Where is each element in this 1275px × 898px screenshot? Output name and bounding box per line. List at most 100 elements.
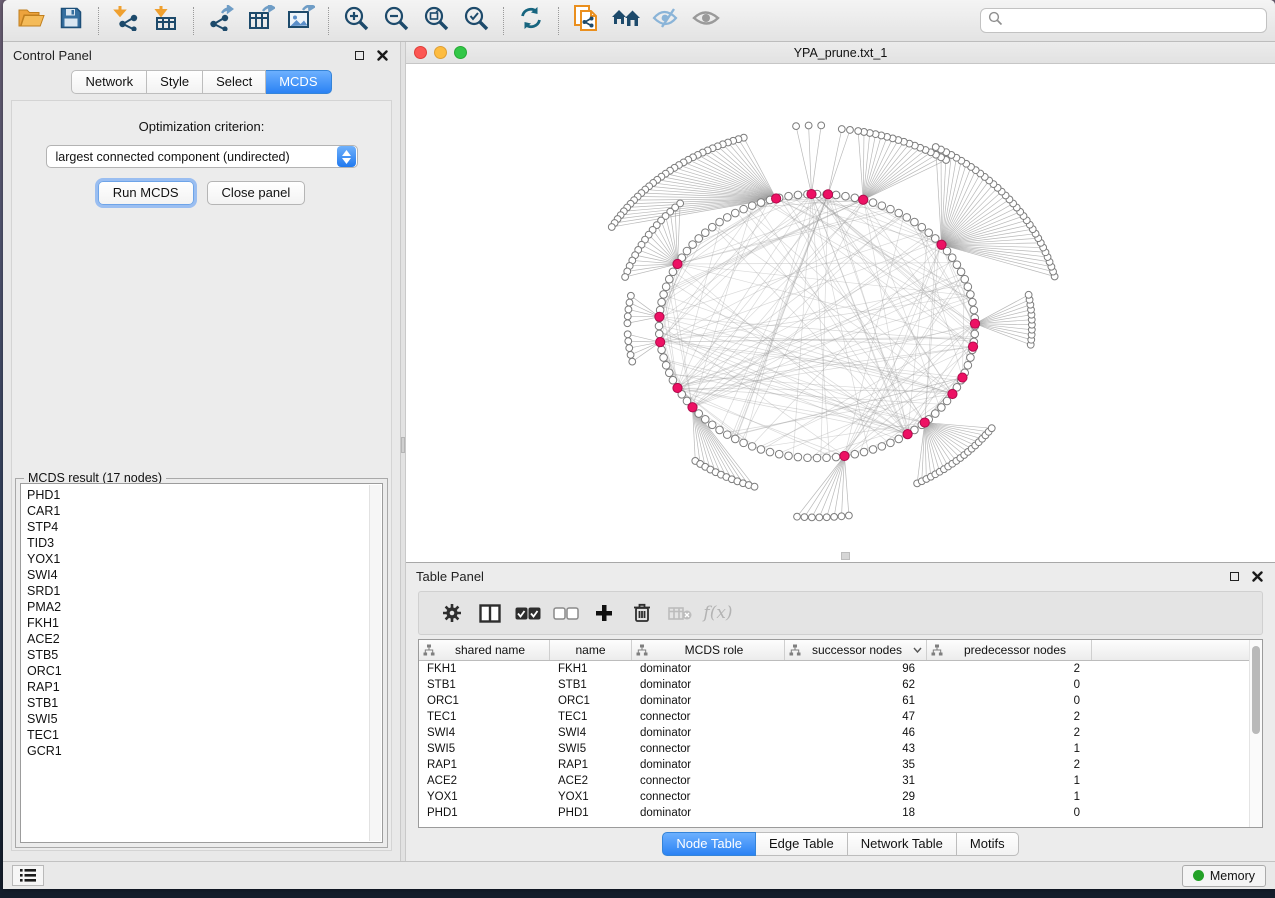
save-session-button[interactable] (51, 4, 91, 38)
table-row[interactable]: ORC1ORC1dominator610 (419, 693, 1248, 709)
close-panel-button[interactable]: Close panel (207, 181, 306, 205)
tab-node-table[interactable]: Node Table (662, 832, 756, 856)
eye-slash-icon (652, 7, 680, 34)
column-header-shared-name[interactable]: shared name (419, 640, 550, 660)
table-row[interactable]: SWI5SWI5connector431 (419, 741, 1248, 757)
table-cell: TEC1 (550, 709, 632, 725)
open-file-button[interactable] (11, 4, 51, 38)
mcds-result-item[interactable]: TEC1 (27, 727, 382, 743)
table-row[interactable]: FKH1FKH1dominator962 (419, 661, 1248, 677)
table-cell: dominator (632, 693, 785, 709)
table-row[interactable]: RAP1RAP1dominator352 (419, 757, 1248, 773)
mcds-result-item[interactable]: GCR1 (27, 743, 382, 759)
close-control-panel-button[interactable] (375, 48, 390, 63)
export-table-button[interactable] (241, 4, 281, 38)
export-image-button[interactable] (281, 4, 321, 38)
close-table-panel-button[interactable] (1250, 569, 1265, 584)
table-cell: connector (632, 773, 785, 789)
import-network-icon (113, 5, 139, 36)
select-all-button[interactable] (509, 595, 547, 631)
table-cell: 2 (927, 661, 1092, 677)
table-cell: 46 (785, 725, 927, 741)
tab-mcds[interactable]: MCDS (266, 70, 331, 94)
tab-edge-table[interactable]: Edge Table (756, 832, 848, 856)
tab-select[interactable]: Select (203, 70, 266, 94)
zoom-in-button[interactable] (336, 4, 376, 38)
network-titlebar: YPA_prune.txt_1 (406, 42, 1275, 64)
column-header-mcds-role[interactable]: MCDS role (632, 640, 785, 660)
task-history-button[interactable] (12, 865, 44, 886)
table-row[interactable]: TEC1TEC1connector472 (419, 709, 1248, 725)
table-cell: 2 (927, 709, 1092, 725)
mcds-result-item[interactable]: RAP1 (27, 679, 382, 695)
table-cell: STB1 (419, 677, 550, 693)
search-input[interactable] (1003, 13, 1259, 28)
tab-network[interactable]: Network (71, 70, 147, 94)
tab-network-table[interactable]: Network Table (848, 832, 957, 856)
table-panel-title: Table Panel (416, 569, 484, 584)
refresh-view-button[interactable] (511, 4, 551, 38)
table-cell: dominator (632, 805, 785, 821)
import-table-button[interactable] (146, 4, 186, 38)
mcds-result-item[interactable]: PMA2 (27, 599, 382, 615)
optimization-criterion-label: Optimization criterion: (139, 119, 265, 134)
mcds-result-item[interactable]: STP4 (27, 519, 382, 535)
attribute-icon (636, 644, 648, 656)
mcds-result-item[interactable]: ORC1 (27, 663, 382, 679)
hide-selected-button[interactable] (646, 4, 686, 38)
float-table-panel-button[interactable] (1227, 569, 1242, 584)
mcds-result-item[interactable]: TID3 (27, 535, 382, 551)
first-neighbors-button[interactable] (606, 4, 646, 38)
table-scrollbar[interactable] (1249, 640, 1262, 827)
show-columns-button[interactable] (471, 595, 509, 631)
export-image-icon (287, 5, 315, 36)
mcds-result-item[interactable]: STB1 (27, 695, 382, 711)
add-column-button[interactable] (585, 595, 623, 631)
mcds-result-item[interactable]: YOX1 (27, 551, 382, 567)
table-settings-button[interactable] (433, 595, 471, 631)
mcds-result-item[interactable]: STB5 (27, 647, 382, 663)
export-network-button[interactable] (201, 4, 241, 38)
table-row[interactable]: PHD1PHD1dominator180 (419, 805, 1248, 821)
mcds-result-list[interactable]: PHD1CAR1STP4TID3YOX1SWI4SRD1PMA2FKH1ACE2… (20, 483, 383, 843)
mcds-result-item[interactable]: SWI5 (27, 711, 382, 727)
zoom-selected-button[interactable] (456, 4, 496, 38)
control-panel: Control Panel Network Style Select MCDS … (3, 42, 400, 861)
table-row[interactable]: YOX1YOX1connector291 (419, 789, 1248, 805)
table-row[interactable]: ACE2ACE2connector311 (419, 773, 1248, 789)
column-header-predecessor-nodes[interactable]: predecessor nodes (927, 640, 1092, 660)
mcds-result-item[interactable]: PHD1 (27, 487, 382, 503)
clone-network-button[interactable] (566, 4, 606, 38)
control-panel-title: Control Panel (13, 48, 92, 63)
network-graph[interactable] (406, 64, 1272, 562)
mcds-result-item[interactable]: FKH1 (27, 615, 382, 631)
optimization-criterion-select[interactable]: largest connected component (undirected) (46, 145, 358, 168)
mcds-result-item[interactable]: SRD1 (27, 583, 382, 599)
table-cell: FKH1 (419, 661, 550, 677)
network-canvas[interactable] (406, 64, 1275, 562)
column-header-name[interactable]: name (550, 640, 632, 660)
columns-icon (479, 604, 501, 623)
memory-button[interactable]: Memory (1182, 865, 1266, 887)
zoom-out-button[interactable] (376, 4, 416, 38)
scrollbar-thumb[interactable] (1252, 646, 1260, 734)
list-scrollbar[interactable] (369, 485, 381, 841)
dropdown-stepper-icon (337, 146, 356, 167)
tab-motifs[interactable]: Motifs (957, 832, 1019, 856)
import-network-button[interactable] (106, 4, 146, 38)
table-row[interactable]: SWI4SWI4dominator462 (419, 725, 1248, 741)
deselect-all-button[interactable] (547, 595, 585, 631)
column-header-successor-nodes[interactable]: successor nodes (785, 640, 927, 660)
run-mcds-button[interactable]: Run MCDS (98, 181, 194, 205)
network-table-splitter[interactable] (841, 552, 850, 560)
attribute-icon (789, 644, 801, 656)
tab-style[interactable]: Style (147, 70, 203, 94)
float-control-panel-button[interactable] (352, 48, 367, 63)
mcds-result-item[interactable]: ACE2 (27, 631, 382, 647)
delete-column-button[interactable] (623, 595, 661, 631)
zoom-fit-button[interactable] (416, 4, 456, 38)
mcds-result-item[interactable]: SWI4 (27, 567, 382, 583)
table-row[interactable]: STB1STB1dominator620 (419, 677, 1248, 693)
show-all-button[interactable] (686, 4, 726, 38)
mcds-result-item[interactable]: CAR1 (27, 503, 382, 519)
